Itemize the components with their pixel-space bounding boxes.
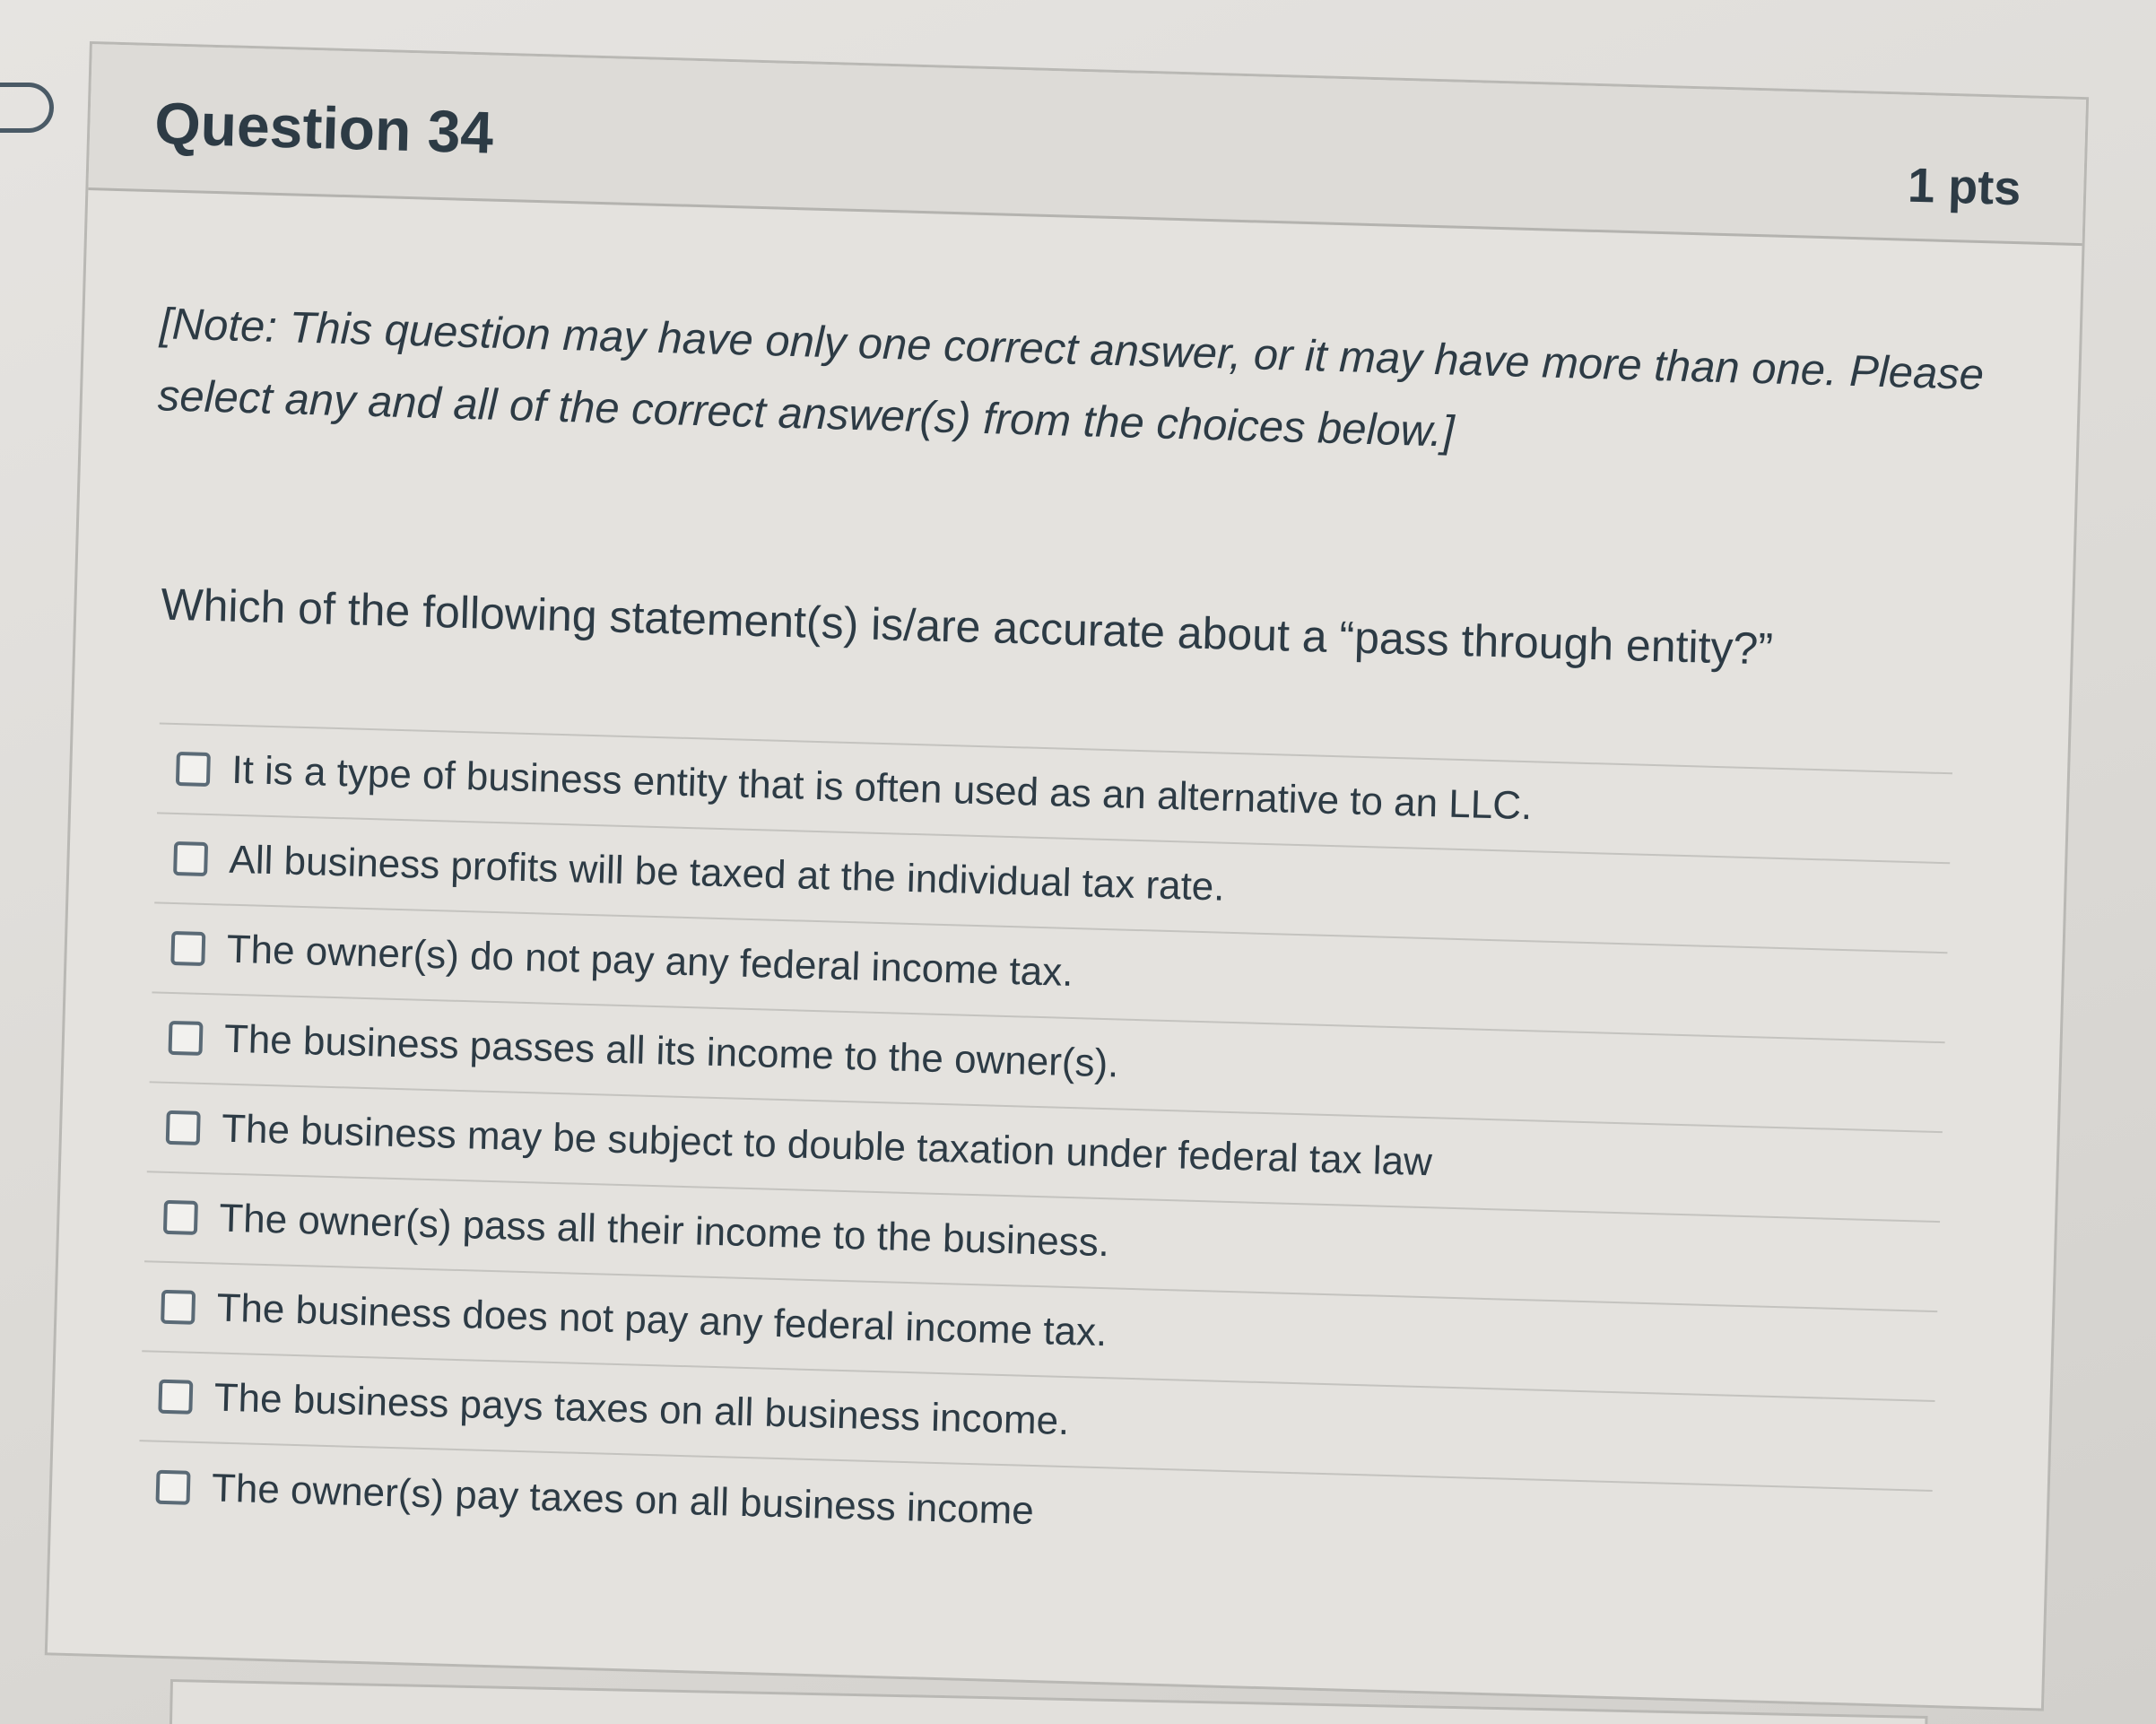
checkbox-icon[interactable] bbox=[170, 930, 206, 966]
question-body: [Note: This question may have only one c… bbox=[126, 225, 2006, 1582]
answer-label[interactable]: All business profits will be taxed at th… bbox=[229, 838, 1225, 910]
checkbox-icon[interactable] bbox=[155, 1469, 191, 1505]
answer-label[interactable]: It is a type of business entity that is … bbox=[231, 748, 1533, 829]
question-title: Question 34 bbox=[153, 90, 495, 166]
checkbox-icon[interactable] bbox=[162, 1199, 198, 1235]
answer-label[interactable]: The business may be subject to double ta… bbox=[222, 1107, 1433, 1186]
checkbox-icon[interactable] bbox=[161, 1289, 196, 1325]
question-header: Question 34 1 pts bbox=[88, 44, 2087, 247]
answer-label[interactable]: The business pays taxes on all business … bbox=[213, 1375, 1070, 1444]
question-prompt: Which of the following statement(s) is/a… bbox=[160, 579, 1774, 675]
answer-label[interactable]: The business does not pay any federal in… bbox=[216, 1286, 1108, 1356]
answer-list: It is a type of business entity that is … bbox=[136, 722, 1953, 1581]
answer-label[interactable]: The owner(s) do not pay any federal inco… bbox=[226, 927, 1074, 996]
checkbox-icon[interactable] bbox=[175, 752, 211, 788]
checkbox-icon[interactable] bbox=[158, 1379, 194, 1415]
answer-label[interactable]: The owner(s) pass all their income to th… bbox=[219, 1197, 1110, 1267]
question-points: 1 pts bbox=[1907, 158, 2022, 216]
checkbox-icon[interactable] bbox=[173, 840, 209, 877]
question-card: Question 34 1 pts [Note: This question m… bbox=[44, 41, 2090, 1711]
question-note: [Note: This question may have only one c… bbox=[157, 300, 1985, 457]
checkbox-icon[interactable] bbox=[168, 1020, 204, 1056]
answer-label[interactable]: The owner(s) pay taxes on all business i… bbox=[211, 1466, 1034, 1534]
answer-label[interactable]: The business passes all its income to th… bbox=[223, 1017, 1119, 1087]
quiz-page: Question 34 1 pts [Note: This question m… bbox=[0, 0, 2156, 1724]
checkbox-icon[interactable] bbox=[165, 1110, 201, 1145]
bookmark-flag-icon[interactable] bbox=[0, 83, 54, 133]
